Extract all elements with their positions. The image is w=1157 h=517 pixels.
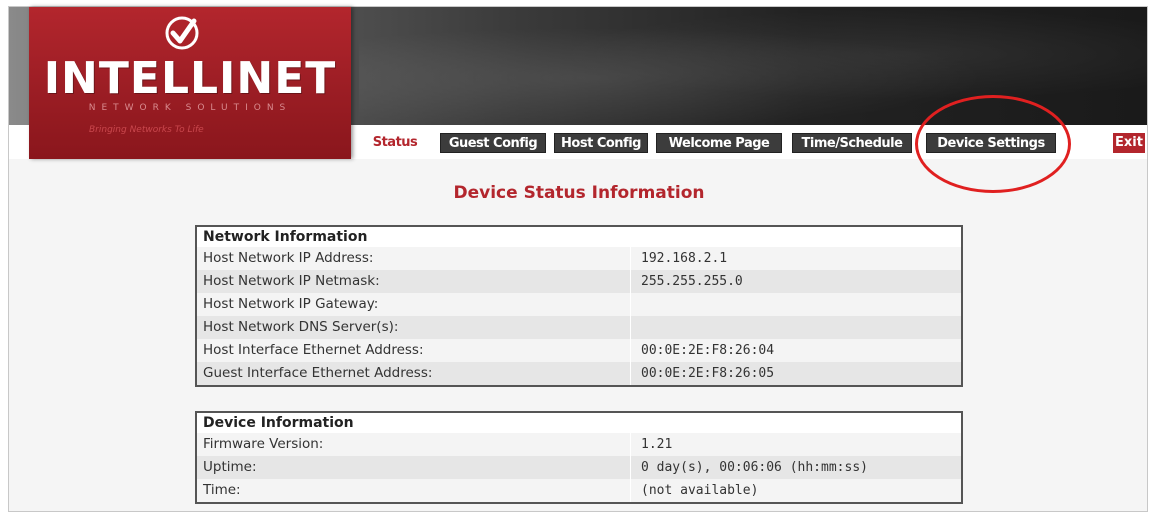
table-row: Host Interface Ethernet Address: 00:0E:2… — [197, 339, 961, 362]
table-row: Guest Interface Ethernet Address: 00:0E:… — [197, 362, 961, 385]
table-row: Host Network DNS Server(s): — [197, 316, 961, 339]
row-label: Host Interface Ethernet Address: — [197, 339, 631, 362]
row-label: Uptime: — [197, 456, 631, 479]
row-value: 00:0E:2E:F8:26:04 — [641, 343, 775, 358]
network-info-heading: Network Information — [197, 227, 961, 247]
table-row: Host Network IP Netmask: 255.255.255.0 — [197, 270, 961, 293]
checkmark-icon — [165, 16, 199, 50]
row-label: Host Network IP Address: — [197, 247, 631, 270]
table-row: Host Network IP Address: 192.168.2.1 — [197, 247, 961, 270]
brand-name: INTELLINET — [43, 53, 337, 104]
table-row: Host Network IP Gateway: — [197, 293, 961, 316]
nav-host-config[interactable]: Host Config — [554, 133, 648, 153]
device-info-rows: Firmware Version: 1.21 Uptime: 0 day(s),… — [197, 433, 961, 502]
exit-button[interactable]: Exit — [1113, 133, 1145, 153]
nav-welcome-page[interactable]: Welcome Page — [656, 133, 782, 153]
table-row: Uptime: 0 day(s), 00:06:06 (hh:mm:ss) — [197, 456, 961, 479]
nav-guest-config[interactable]: Guest Config — [440, 133, 546, 153]
row-label: Time: — [197, 479, 631, 502]
row-label: Host Network DNS Server(s): — [197, 316, 631, 339]
row-value: 1.21 — [641, 437, 673, 452]
browser-frame: INTELLINET NETWORK SOLUTIONS Bringing Ne… — [8, 6, 1148, 512]
row-value: (not available) — [641, 483, 759, 498]
network-info-table: Network Information Host Network IP Addr… — [195, 225, 963, 387]
row-value: 192.168.2.1 — [641, 251, 728, 266]
brand-tagline: Bringing Networks To Life — [89, 125, 204, 135]
row-label: Firmware Version: — [197, 433, 631, 456]
row-label: Host Network IP Netmask: — [197, 270, 631, 293]
device-info-table: Device Information Firmware Version: 1.2… — [195, 411, 963, 504]
device-info-heading: Device Information — [197, 413, 961, 433]
row-label: Host Network IP Gateway: — [197, 293, 631, 316]
row-value — [631, 293, 961, 316]
page-title: Device Status Information — [453, 183, 705, 203]
brand-logo[interactable]: INTELLINET NETWORK SOLUTIONS Bringing Ne… — [29, 7, 351, 159]
brand-subtitle: NETWORK SOLUTIONS — [88, 103, 292, 113]
row-value: 255.255.255.0 — [641, 274, 743, 289]
nav-device-settings[interactable]: Device Settings — [926, 133, 1056, 153]
row-value: 0 day(s), 00:06:06 (hh:mm:ss) — [641, 460, 868, 475]
row-value — [631, 316, 961, 339]
nav-time-schedule[interactable]: Time/Schedule — [792, 133, 912, 153]
table-row: Firmware Version: 1.21 — [197, 433, 961, 456]
network-info-rows: Host Network IP Address: 192.168.2.1 Hos… — [197, 247, 961, 385]
row-label: Guest Interface Ethernet Address: — [197, 362, 631, 385]
nav-status[interactable]: Status — [364, 133, 426, 153]
row-value: 00:0E:2E:F8:26:05 — [641, 366, 775, 381]
table-row: Time: (not available) — [197, 479, 961, 502]
